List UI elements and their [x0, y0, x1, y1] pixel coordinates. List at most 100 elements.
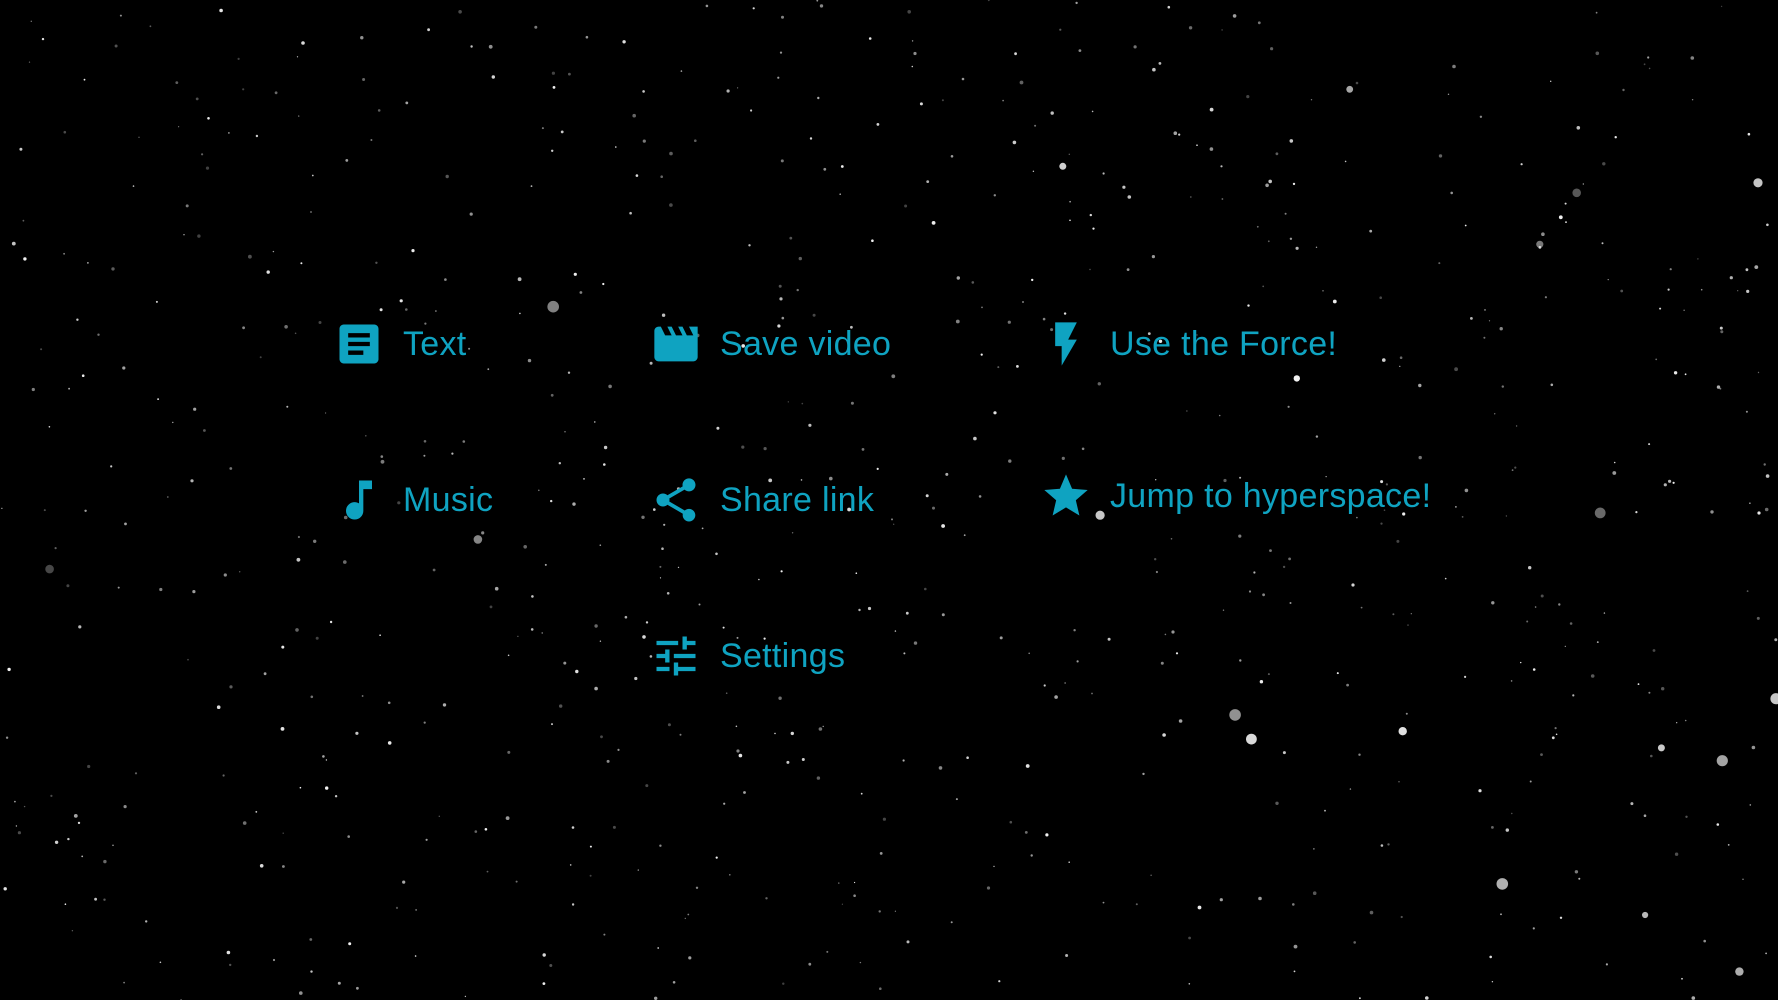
star [859, 961, 862, 964]
star [854, 881, 856, 884]
star [87, 764, 91, 769]
star [1650, 754, 1653, 758]
star [1774, 638, 1778, 642]
star [1275, 152, 1279, 156]
star [1764, 507, 1769, 512]
star [1661, 687, 1665, 691]
star [1551, 736, 1555, 740]
star [688, 956, 692, 960]
star [551, 71, 556, 75]
star [7, 667, 11, 672]
star [919, 102, 923, 106]
star [542, 953, 546, 957]
star [505, 816, 510, 820]
star [1648, 443, 1651, 446]
star [63, 130, 67, 134]
star [1749, 502, 1751, 504]
use-the-force-menu-item[interactable]: Use the Force! [1040, 314, 1337, 374]
star [1727, 844, 1730, 846]
star [193, 407, 197, 411]
star [54, 840, 59, 844]
star [274, 91, 278, 95]
star [1607, 279, 1609, 281]
star [50, 794, 53, 798]
star [294, 332, 297, 335]
star [1032, 170, 1035, 172]
star [826, 950, 829, 953]
star [1737, 290, 1739, 292]
star [1648, 691, 1651, 694]
star [1630, 802, 1634, 806]
star [1287, 405, 1290, 408]
star [1265, 183, 1269, 188]
star [672, 981, 676, 984]
jump-to-hyperspace-menu-item[interactable]: Jump to hyperspace! [1040, 466, 1431, 526]
star [819, 4, 824, 8]
star [1488, 320, 1491, 322]
star [1745, 268, 1749, 272]
share-link-menu-item[interactable]: Share link [650, 470, 874, 530]
settings-menu-item[interactable]: Settings [650, 626, 845, 686]
star [1380, 844, 1384, 847]
star [1097, 382, 1102, 386]
star [462, 440, 466, 443]
star [1034, 124, 1037, 127]
star [190, 479, 194, 483]
save-video-menu-item[interactable]: Save video [650, 314, 891, 374]
star [517, 635, 519, 637]
star [615, 146, 617, 148]
star [63, 252, 65, 255]
star [77, 821, 81, 825]
star [1603, 612, 1606, 614]
star [1405, 712, 1408, 715]
star [861, 448, 865, 451]
star [1454, 367, 1458, 372]
star [507, 750, 511, 754]
star [1742, 878, 1744, 880]
text-menu-item[interactable]: Text [333, 314, 467, 374]
star [1289, 237, 1293, 240]
save-video-menu-label: Save video [720, 324, 892, 363]
star [781, 15, 784, 19]
star [1158, 62, 1162, 65]
star [1135, 903, 1138, 906]
star [550, 393, 554, 397]
music-menu-item[interactable]: Music [333, 470, 493, 530]
settings-menu-label: Settings [720, 636, 846, 675]
star [134, 772, 138, 775]
star [1289, 602, 1292, 604]
star [149, 25, 152, 28]
star [310, 211, 312, 213]
star [1520, 163, 1523, 166]
star [1418, 383, 1422, 388]
star [445, 174, 449, 179]
star [1564, 645, 1566, 648]
star [1197, 905, 1202, 910]
star [541, 632, 543, 634]
star [1150, 874, 1152, 876]
star [876, 123, 880, 126]
star [423, 454, 426, 457]
star [1332, 299, 1337, 304]
star [1668, 479, 1672, 483]
star [1315, 246, 1318, 248]
star [1496, 878, 1509, 890]
star [1491, 601, 1495, 605]
star [716, 426, 720, 430]
star [624, 615, 628, 619]
star [594, 686, 598, 691]
star [248, 254, 252, 259]
star [1550, 80, 1552, 83]
star [1669, 268, 1672, 271]
star [1652, 649, 1656, 652]
star [1595, 11, 1598, 14]
star [629, 211, 632, 215]
star [197, 234, 201, 238]
star [1075, 1, 1078, 5]
star [325, 786, 329, 790]
star [599, 544, 602, 546]
star [64, 903, 67, 905]
star [589, 845, 592, 848]
star [1505, 828, 1510, 832]
star [203, 429, 206, 432]
